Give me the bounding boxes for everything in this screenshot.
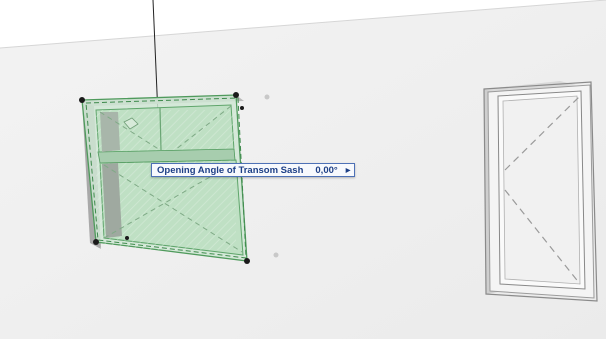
tracker-label: Opening Angle of Transom Sash (157, 164, 304, 176)
triangle-right-icon[interactable]: ▶ (346, 167, 351, 174)
hotspot-bottom-left[interactable] (93, 239, 99, 245)
right-window-glass (502, 95, 581, 285)
selected-window[interactable] (81, 94, 248, 262)
hotspot-top-right[interactable] (233, 92, 239, 98)
hotspot-offset-bottom[interactable] (273, 252, 279, 258)
3d-viewport[interactable]: Opening Angle of Transom Sash 0,00 ° ▶ (0, 0, 606, 339)
hotspot-top-left[interactable] (79, 97, 85, 103)
tracker-unit: ° (333, 164, 338, 176)
hotspot-transom-edge[interactable] (240, 106, 244, 110)
hotspot-offset-top[interactable] (264, 94, 270, 100)
hotspot-bottom-right[interactable] (244, 258, 250, 264)
tracker-value[interactable]: 0,00 (315, 165, 334, 176)
hotspot-sill-mid[interactable] (125, 236, 129, 240)
right-window[interactable] (483, 81, 598, 302)
tracker-box[interactable]: Opening Angle of Transom Sash 0,00 ° ▶ (151, 163, 356, 177)
